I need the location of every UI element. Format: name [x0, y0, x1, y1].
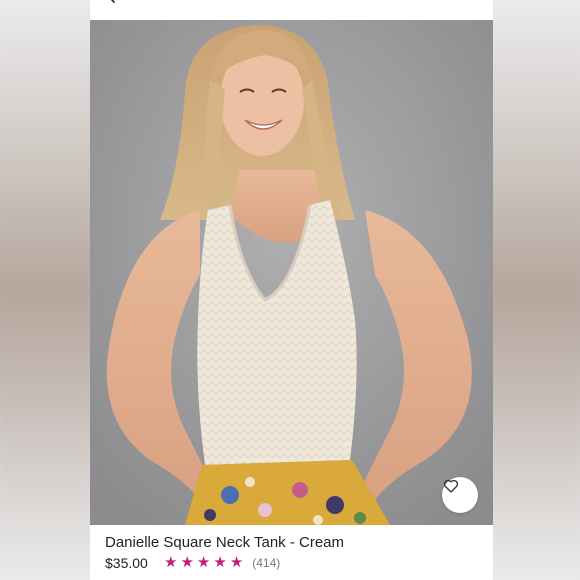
favorite-button[interactable] [442, 477, 478, 513]
product-info: Danielle Square Neck Tank - Cream $35.00… [90, 525, 493, 580]
star-icon: ★ [164, 554, 178, 571]
chevron-left-icon[interactable] [104, 0, 118, 8]
product-card: Danielle Square Neck Tank - Cream $35.00… [90, 0, 493, 580]
screenshot-stage: Danielle Square Neck Tank - Cream $35.00… [0, 0, 580, 580]
star-icon: ★ [196, 554, 211, 571]
product-price: $35.00 [105, 555, 148, 571]
star-icon: ★ [213, 554, 227, 571]
review-count: (414) [252, 555, 281, 570]
rating-stars[interactable]: ★ ★ ★ ★ ★ (414) [164, 555, 280, 570]
star-icon: ★ [180, 554, 194, 571]
product-title[interactable]: Danielle Square Neck Tank - Cream [105, 534, 344, 551]
blurred-backdrop-left [0, 0, 90, 580]
blurred-backdrop-right [490, 0, 580, 580]
star-icon: ★ [229, 554, 244, 571]
top-bar [90, 0, 493, 20]
product-photo[interactable] [90, 20, 493, 525]
